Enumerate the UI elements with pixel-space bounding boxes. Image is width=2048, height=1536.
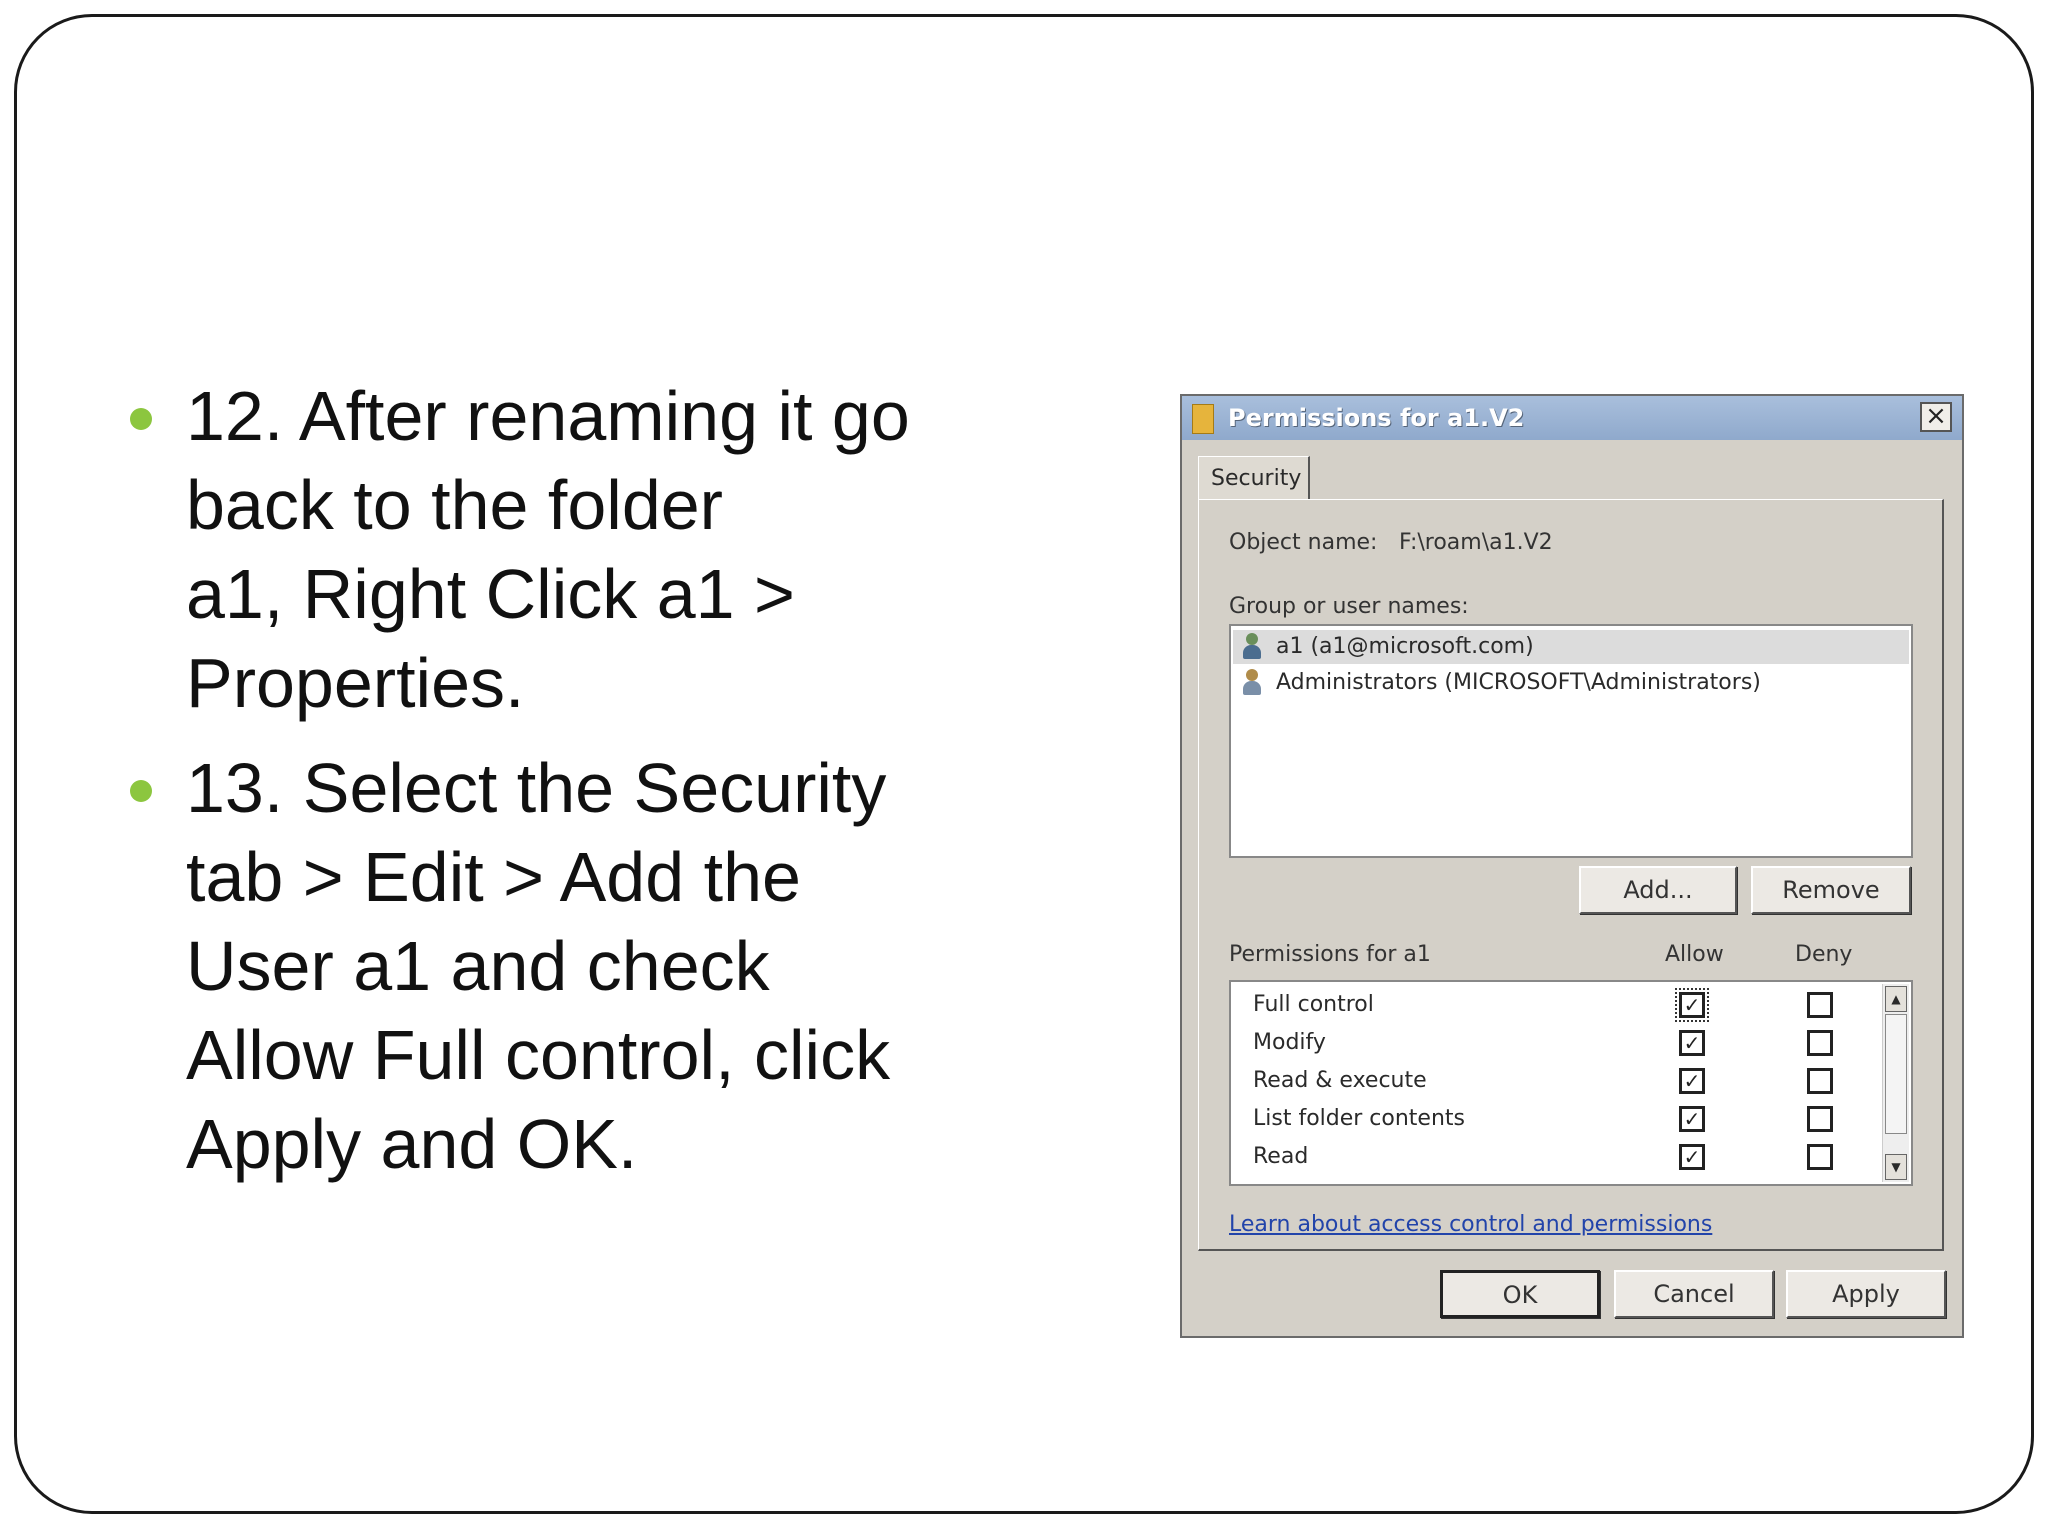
- bullet-line: tab > Edit > Add the: [186, 838, 801, 916]
- bullet-line: 13. Select the Security: [186, 749, 887, 827]
- cancel-button[interactable]: Cancel: [1614, 1270, 1774, 1318]
- permission-row: List folder contents: [1253, 1100, 1465, 1138]
- permissions-label: Permissions for a1: [1229, 942, 1431, 967]
- folder-icon: [1192, 404, 1214, 434]
- ok-button[interactable]: OK: [1440, 1270, 1600, 1318]
- group-label: Group or user names:: [1229, 594, 1469, 619]
- allow-checkbox-read[interactable]: ✓: [1679, 1144, 1705, 1170]
- permissions-dialog: Permissions for a1.V2 × Security Object …: [1180, 394, 1964, 1338]
- scroll-up-icon[interactable]: ▲: [1885, 986, 1907, 1012]
- deny-checkbox-full-control[interactable]: [1807, 992, 1833, 1018]
- dialog-title: Permissions for a1.V2: [1228, 404, 1525, 432]
- permission-name: Modify: [1253, 1030, 1326, 1055]
- scroll-thumb[interactable]: [1885, 1014, 1907, 1134]
- bullet-list: 12. After renaming it go back to the fol…: [130, 372, 1010, 1205]
- permission-name: Read & execute: [1253, 1068, 1427, 1093]
- deny-checkbox-read-execute[interactable]: [1807, 1068, 1833, 1094]
- permission-row: Full control: [1253, 986, 1374, 1024]
- allow-checkbox-full-control[interactable]: ✓: [1675, 988, 1709, 1022]
- object-name-value: F:\roam\a1.V2: [1399, 530, 1553, 555]
- deny-checkbox-modify[interactable]: [1807, 1030, 1833, 1056]
- allow-header: Allow: [1665, 942, 1724, 967]
- bullet-line: a1, Right Click a1 >: [186, 555, 795, 633]
- permission-row: Modify: [1253, 1024, 1326, 1062]
- allow-checkbox-list-folder[interactable]: ✓: [1679, 1106, 1705, 1132]
- permission-name: Full control: [1253, 992, 1374, 1017]
- user-name: a1 (a1@microsoft.com): [1276, 634, 1534, 659]
- list-item[interactable]: a1 (a1@microsoft.com): [1233, 630, 1909, 664]
- user-listbox[interactable]: a1 (a1@microsoft.com) Administrators (MI…: [1229, 624, 1913, 858]
- scroll-down-icon[interactable]: ▼: [1885, 1154, 1907, 1180]
- add-button[interactable]: Add...: [1579, 866, 1737, 914]
- permission-row: Read: [1253, 1138, 1308, 1176]
- deny-header: Deny: [1795, 942, 1853, 967]
- bullet-item: 13. Select the Security tab > Edit > Add…: [130, 744, 1010, 1189]
- permission-name: Read: [1253, 1144, 1309, 1169]
- bullet-line: Allow Full control, click: [186, 1016, 891, 1094]
- bullet-dot-icon: [130, 408, 152, 430]
- permission-name: List folder contents: [1253, 1106, 1465, 1131]
- bullet-line: Apply and OK.: [186, 1105, 638, 1183]
- bullet-line: back to the folder: [186, 466, 723, 544]
- security-panel: Object name: F:\roam\a1.V2 Group or user…: [1198, 499, 1944, 1251]
- bullet-item: 12. After renaming it go back to the fol…: [130, 372, 1010, 728]
- user-name: Administrators (MICROSOFT\Administrators…: [1276, 670, 1761, 695]
- bullet-line: 12. After renaming it go: [186, 377, 910, 455]
- allow-checkbox-modify[interactable]: ✓: [1679, 1030, 1705, 1056]
- deny-checkbox-read[interactable]: [1807, 1144, 1833, 1170]
- close-button[interactable]: ×: [1920, 402, 1952, 432]
- bullet-line: User a1 and check: [186, 927, 770, 1005]
- bullet-dot-icon: [130, 780, 152, 802]
- allow-checkbox-read-execute[interactable]: ✓: [1679, 1068, 1705, 1094]
- object-name-label: Object name:: [1229, 530, 1378, 555]
- permissions-scrollbar[interactable]: ▲ ▼: [1882, 984, 1909, 1182]
- remove-button[interactable]: Remove: [1751, 866, 1911, 914]
- learn-more-link[interactable]: Learn about access control and permissio…: [1229, 1212, 1712, 1237]
- apply-button[interactable]: Apply: [1786, 1270, 1946, 1318]
- deny-checkbox-list-folder[interactable]: [1807, 1106, 1833, 1132]
- tab-security[interactable]: Security: [1198, 456, 1310, 500]
- list-item[interactable]: Administrators (MICROSOFT\Administrators…: [1237, 666, 1761, 700]
- permissions-listbox: Full control Modify Read & execute List …: [1229, 980, 1913, 1186]
- group-icon: [1241, 669, 1263, 697]
- title-bar[interactable]: Permissions for a1.V2 ×: [1182, 396, 1962, 440]
- permission-row: Read & execute: [1253, 1062, 1427, 1100]
- user-icon: [1241, 633, 1263, 661]
- bullet-line: Properties.: [186, 644, 525, 722]
